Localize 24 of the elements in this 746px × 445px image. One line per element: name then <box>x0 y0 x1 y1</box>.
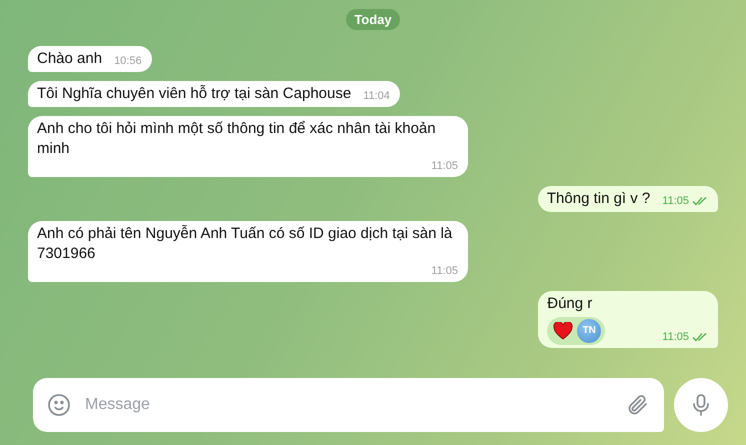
message-time: 11:05 <box>431 264 458 278</box>
message-text: Chào anh <box>37 49 102 69</box>
message-text: Anh cho tôi hỏi mình một số thông tin để xác nhân tài khoản minh <box>37 119 437 159</box>
double-check-icon <box>692 332 708 342</box>
message-text: Đúng r <box>547 294 594 314</box>
message-time: 11:05 <box>431 159 458 173</box>
attach-icon[interactable] <box>626 393 650 417</box>
message-time: 11:05 <box>662 194 689 208</box>
message-time: 11:04 <box>363 89 390 103</box>
microphone-icon <box>690 393 712 417</box>
message-text: Anh có phải tên Nguyễn Anh Tuấn có số ID giao dịch tại sàn là 7301966 <box>37 224 454 264</box>
double-check-icon <box>692 196 708 206</box>
user-avatar: TN <box>577 319 602 343</box>
message-text: Thông tin gì v ? <box>546 189 650 209</box>
heart-icon <box>553 322 574 340</box>
microphone-button[interactable] <box>674 378 728 432</box>
emoji-icon[interactable] <box>47 393 71 417</box>
message-input[interactable]: Message <box>83 395 614 415</box>
message-time: 10:56 <box>114 54 142 68</box>
date-pill: Today <box>346 9 400 30</box>
message-text: Tôi Nghĩa chuyên viên hỗ trợ tại sàn Caphouse <box>37 84 352 104</box>
reaction-chip[interactable]: TN <box>547 317 606 345</box>
message-field[interactable]: Message <box>33 378 664 432</box>
message-time: 11:05 <box>662 330 689 344</box>
